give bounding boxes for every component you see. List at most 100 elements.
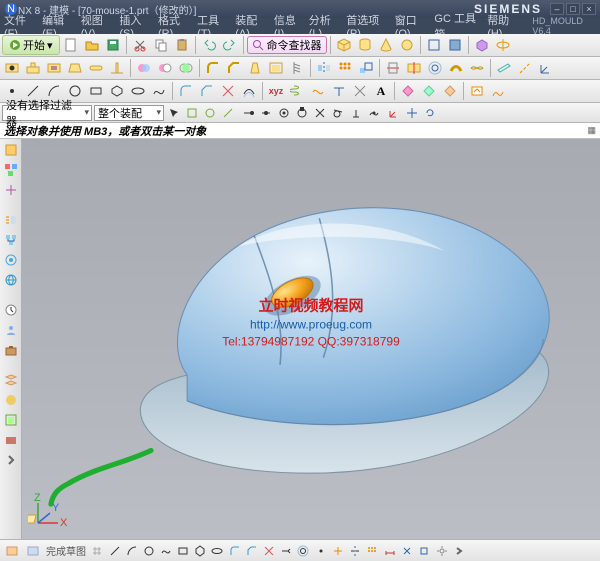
diamond-1-button[interactable] bbox=[398, 81, 418, 101]
snap-toggle-1[interactable] bbox=[184, 105, 200, 121]
datum-plane-button[interactable] bbox=[494, 58, 514, 78]
maximize-button[interactable]: □ bbox=[566, 3, 580, 15]
sketch-tab-2[interactable] bbox=[23, 541, 43, 561]
slot-button[interactable] bbox=[86, 58, 106, 78]
b-trim-button[interactable] bbox=[261, 543, 277, 559]
extrude-button[interactable] bbox=[472, 35, 492, 55]
subtract-button[interactable] bbox=[155, 58, 175, 78]
scale-button[interactable] bbox=[356, 58, 376, 78]
text-button[interactable]: A bbox=[371, 81, 391, 101]
pattern-button[interactable] bbox=[335, 58, 355, 78]
materials-button[interactable] bbox=[2, 391, 20, 409]
b-extend-button[interactable] bbox=[278, 543, 294, 559]
curve-trim-button[interactable] bbox=[218, 81, 238, 101]
project-button[interactable] bbox=[329, 81, 349, 101]
snap-toggle-2[interactable] bbox=[202, 105, 218, 121]
b-pattern-button[interactable] bbox=[364, 543, 380, 559]
draft-button[interactable] bbox=[245, 58, 265, 78]
move-button[interactable] bbox=[404, 105, 420, 121]
history-button[interactable] bbox=[2, 211, 20, 229]
sketch-button[interactable] bbox=[467, 81, 487, 101]
cylinder-button[interactable] bbox=[355, 35, 375, 55]
snap-near-button[interactable] bbox=[366, 105, 382, 121]
spline-button[interactable] bbox=[149, 81, 169, 101]
sketch-tab-1[interactable] bbox=[2, 541, 22, 561]
curve-offset-button[interactable] bbox=[239, 81, 259, 101]
b-cross-button[interactable] bbox=[330, 543, 346, 559]
fillet-button[interactable] bbox=[203, 58, 223, 78]
b-settings-button[interactable] bbox=[434, 543, 450, 559]
graphics-viewport[interactable]: 立时视频教程网 http://www.proeug.com Tel:137949… bbox=[22, 139, 600, 539]
thread-button[interactable] bbox=[287, 58, 307, 78]
sphere-button[interactable] bbox=[397, 35, 417, 55]
b-offset-button[interactable] bbox=[295, 543, 311, 559]
expand-button[interactable] bbox=[2, 451, 20, 469]
mirror-button[interactable] bbox=[314, 58, 334, 78]
rectangle-button[interactable] bbox=[86, 81, 106, 101]
b-rect-button[interactable] bbox=[175, 543, 191, 559]
shell-button[interactable] bbox=[266, 58, 286, 78]
snap-quad-button[interactable] bbox=[294, 105, 310, 121]
block-button[interactable] bbox=[334, 35, 354, 55]
b-circle-button[interactable] bbox=[141, 543, 157, 559]
hole-button[interactable] bbox=[2, 58, 22, 78]
redo-button[interactable] bbox=[220, 35, 240, 55]
wcs-button[interactable] bbox=[386, 105, 402, 121]
roles-button[interactable] bbox=[2, 321, 20, 339]
diamond-2-button[interactable] bbox=[419, 81, 439, 101]
b-mirror-button[interactable] bbox=[347, 543, 363, 559]
b-polygon-button[interactable] bbox=[192, 543, 208, 559]
start-button[interactable]: 开始 ▾ bbox=[2, 35, 60, 55]
rib-button[interactable] bbox=[107, 58, 127, 78]
b-arc-button[interactable] bbox=[124, 543, 140, 559]
snap-end-button[interactable] bbox=[240, 105, 256, 121]
curve-chamfer-button[interactable] bbox=[197, 81, 217, 101]
minimize-button[interactable]: – bbox=[550, 3, 564, 15]
b-fillet-button[interactable] bbox=[227, 543, 243, 559]
box-shaded-button[interactable] bbox=[445, 35, 465, 55]
close-button[interactable]: × bbox=[582, 3, 596, 15]
intersect-button[interactable] bbox=[176, 58, 196, 78]
curve-fillet-button[interactable] bbox=[176, 81, 196, 101]
snap-toggle-3[interactable] bbox=[220, 105, 236, 121]
part-navigator-button[interactable] bbox=[2, 141, 20, 159]
snap-mid-button[interactable] bbox=[258, 105, 274, 121]
snap-center-button[interactable] bbox=[276, 105, 292, 121]
thicken-button[interactable] bbox=[446, 58, 466, 78]
intersect-curve-button[interactable] bbox=[350, 81, 370, 101]
b-constraint-button[interactable] bbox=[399, 543, 415, 559]
b-dim-button[interactable] bbox=[382, 543, 398, 559]
open-button[interactable] bbox=[82, 35, 102, 55]
cut-button[interactable] bbox=[130, 35, 150, 55]
surface-curve-button[interactable] bbox=[308, 81, 328, 101]
diamond-3-button[interactable] bbox=[440, 81, 460, 101]
sew-button[interactable] bbox=[467, 58, 487, 78]
rotate-button[interactable] bbox=[422, 105, 438, 121]
offset-button[interactable] bbox=[425, 58, 445, 78]
pocket-button[interactable] bbox=[44, 58, 64, 78]
box-wire-button[interactable] bbox=[424, 35, 444, 55]
paste-button[interactable] bbox=[172, 35, 192, 55]
snap-perp-button[interactable] bbox=[348, 105, 364, 121]
assembly-navigator-button[interactable] bbox=[2, 161, 20, 179]
datum-axis-button[interactable] bbox=[515, 58, 535, 78]
sketch-on-path-button[interactable] bbox=[488, 81, 508, 101]
b-constraint2-button[interactable] bbox=[416, 543, 432, 559]
boss-button[interactable] bbox=[23, 58, 43, 78]
copy-button[interactable] bbox=[151, 35, 171, 55]
xyz-button[interactable]: xyz bbox=[266, 81, 286, 101]
split-button[interactable] bbox=[404, 58, 424, 78]
clock-button[interactable] bbox=[2, 301, 20, 319]
revolve-button[interactable] bbox=[493, 35, 513, 55]
command-finder-button[interactable]: 命令查找器 bbox=[247, 36, 327, 54]
reuse-button[interactable] bbox=[2, 431, 20, 449]
visual-button[interactable] bbox=[2, 411, 20, 429]
polygon-button[interactable] bbox=[107, 81, 127, 101]
chamfer-button[interactable] bbox=[224, 58, 244, 78]
b-line-button[interactable] bbox=[107, 543, 123, 559]
b-more-button[interactable] bbox=[451, 543, 467, 559]
hd3d-button[interactable] bbox=[2, 251, 20, 269]
selection-scope-combo[interactable]: 整个装配 bbox=[94, 105, 164, 121]
snap-intersect-button[interactable] bbox=[312, 105, 328, 121]
layers-button[interactable] bbox=[2, 371, 20, 389]
